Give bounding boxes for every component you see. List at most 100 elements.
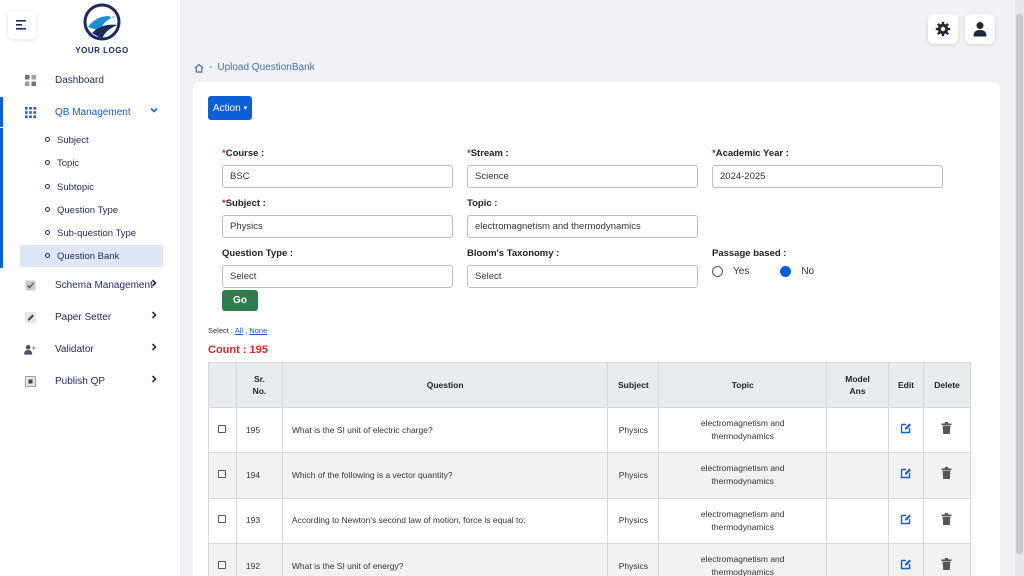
row-checkbox[interactable] [218, 469, 227, 478]
page-scrollbar[interactable] [1015, 0, 1024, 576]
logo-text: YOUR LOGO [75, 46, 129, 55]
bullet-icon [45, 184, 50, 189]
question-count: Count : 195 [208, 344, 268, 356]
header-delete: Delete [922, 362, 972, 408]
edit-icon[interactable] [900, 467, 912, 479]
select-prefix: Select : [208, 326, 234, 335]
topic-cell: electromagnetism and thermodynamics [658, 452, 828, 499]
profile-button[interactable] [965, 14, 995, 44]
row-checkbox[interactable] [218, 424, 227, 433]
go-button[interactable]: Go [222, 290, 258, 311]
bullet-icon [45, 230, 50, 235]
trash-icon[interactable] [941, 558, 952, 571]
main-card: Action ▾ *Course : BSC *Stream : Science… [193, 82, 1000, 576]
subject-value: Physics [230, 221, 263, 232]
model-ans-cell [826, 406, 890, 454]
sidebar-item-paper-setter[interactable]: Paper Setter [0, 302, 180, 332]
select-all-link[interactable]: All [235, 326, 243, 335]
academic-year-field[interactable]: 2024-2025 [712, 165, 943, 188]
row-checkbox[interactable] [218, 515, 227, 524]
table-row: 195 What is the SI unit of electric char… [208, 406, 972, 454]
sidebar-subitem-question-bank[interactable]: Question Bank [20, 245, 163, 267]
dashboard-icon [24, 74, 36, 86]
chevron-right-icon [150, 374, 158, 386]
header-topic: Topic [658, 362, 828, 408]
sidebar-subitem-topic[interactable]: Topic [20, 152, 163, 174]
sidebar-subitem-subtopic[interactable]: Subtopic [20, 176, 163, 198]
passage-no-label: No [801, 266, 815, 277]
edit-cell [888, 452, 924, 499]
blooms-taxonomy-label: Bloom's Taxonomy : [467, 248, 559, 259]
passage-yes-radio[interactable] [712, 266, 723, 277]
sidebar-subitem-question-type[interactable]: Question Type [20, 199, 163, 221]
menu-toggle-button[interactable] [8, 11, 36, 39]
srno-cell: 192 [235, 542, 283, 576]
sidebar-item-label: Schema Management [55, 279, 153, 291]
topic-value: electromagnetism and thermodynamics [475, 221, 641, 232]
trash-icon[interactable] [941, 467, 952, 480]
sidebar-item-dashboard[interactable]: Dashboard [0, 65, 180, 95]
sidebar-subitem-label: Question Type [57, 204, 119, 216]
sidebar-subitem-subject[interactable]: Subject [20, 129, 163, 151]
publish-icon [24, 375, 36, 387]
sidebar-subitem-sub-question-type[interactable]: Sub-question Type [20, 222, 163, 244]
sidebar-item-label: Validator [55, 343, 94, 355]
edit-icon[interactable] [900, 422, 912, 434]
sidebar-item-publish-qp[interactable]: Publish QP [0, 366, 180, 396]
sidebar-item-qb-management[interactable]: QB Management [0, 97, 180, 127]
topic-cell: electromagnetism and thermodynamics [658, 497, 828, 544]
table-row: 194 Which of the following is a vector q… [208, 452, 972, 499]
subject-field[interactable]: Physics [222, 215, 453, 238]
breadcrumb-separator: - [209, 62, 213, 73]
logo[interactable]: YOUR LOGO [70, 3, 134, 55]
passage-based-label: Passage based : [712, 248, 786, 259]
trash-icon[interactable] [941, 422, 952, 435]
settings-button[interactable] [928, 14, 958, 44]
stream-label-text: Stream : [470, 148, 509, 159]
question-type-label: Question Type : [222, 248, 293, 259]
row-select-cell [208, 406, 237, 454]
subject-cell: Physics [607, 452, 660, 499]
subject-label: *Subject : [222, 198, 266, 209]
edit-icon[interactable] [900, 558, 912, 570]
passage-based-radio-group: Yes No [712, 266, 814, 277]
topic-field[interactable]: electromagnetism and thermodynamics [467, 215, 698, 238]
table-row: 192 What is the SI unit of energy? Physi… [208, 542, 972, 576]
question-table: Sr. No. Question Subject Topic Model Ans E… [208, 362, 972, 576]
srno-cell: 194 [235, 452, 283, 499]
srno-cell: 193 [235, 497, 283, 544]
sidebar-item-schema-management[interactable]: Schema Management [0, 270, 180, 300]
academic-year-label-text: Academic Year : [715, 148, 789, 159]
table-header-row: Sr. No. Question Subject Topic Model Ans E… [208, 362, 972, 408]
header-srno: Sr. No. [235, 362, 283, 408]
scrollbar-thumb[interactable] [1016, 14, 1023, 554]
edit-icon[interactable] [900, 513, 912, 525]
edit-cell [888, 542, 924, 576]
subject-cell: Physics [607, 497, 660, 544]
action-dropdown-button[interactable]: Action ▾ [208, 96, 252, 120]
select-none-link[interactable]: None [249, 326, 267, 335]
sidebar-item-validator[interactable]: Validator [0, 334, 180, 364]
row-checkbox[interactable] [218, 560, 227, 569]
pencil-icon [24, 311, 36, 323]
sidebar-subitem-label: Question Bank [57, 250, 120, 262]
question-type-value: Select [230, 271, 257, 282]
home-icon[interactable] [194, 63, 204, 73]
trash-icon[interactable] [941, 512, 952, 525]
sidebar-subitem-label: Subject [57, 134, 89, 146]
bullet-icon [45, 137, 50, 142]
hamburger-icon [16, 20, 26, 30]
stream-label: *Stream : [467, 148, 509, 159]
academic-year-label: *Academic Year : [712, 148, 789, 159]
topic-cell: electromagnetism and thermodynamics [658, 406, 828, 454]
stream-field[interactable]: Science [467, 165, 698, 188]
passage-no-radio[interactable] [780, 266, 792, 277]
sidebar-item-label: Publish QP [55, 375, 106, 387]
blooms-taxonomy-select[interactable]: Select [467, 265, 698, 288]
caret-down-icon: ▾ [243, 105, 248, 112]
user-plus-icon [24, 343, 36, 355]
course-field[interactable]: BSC [222, 165, 453, 188]
chevron-right-icon [150, 278, 158, 290]
question-type-select[interactable]: Select [222, 265, 453, 288]
passage-based-label-text: Passage based : [712, 248, 787, 259]
